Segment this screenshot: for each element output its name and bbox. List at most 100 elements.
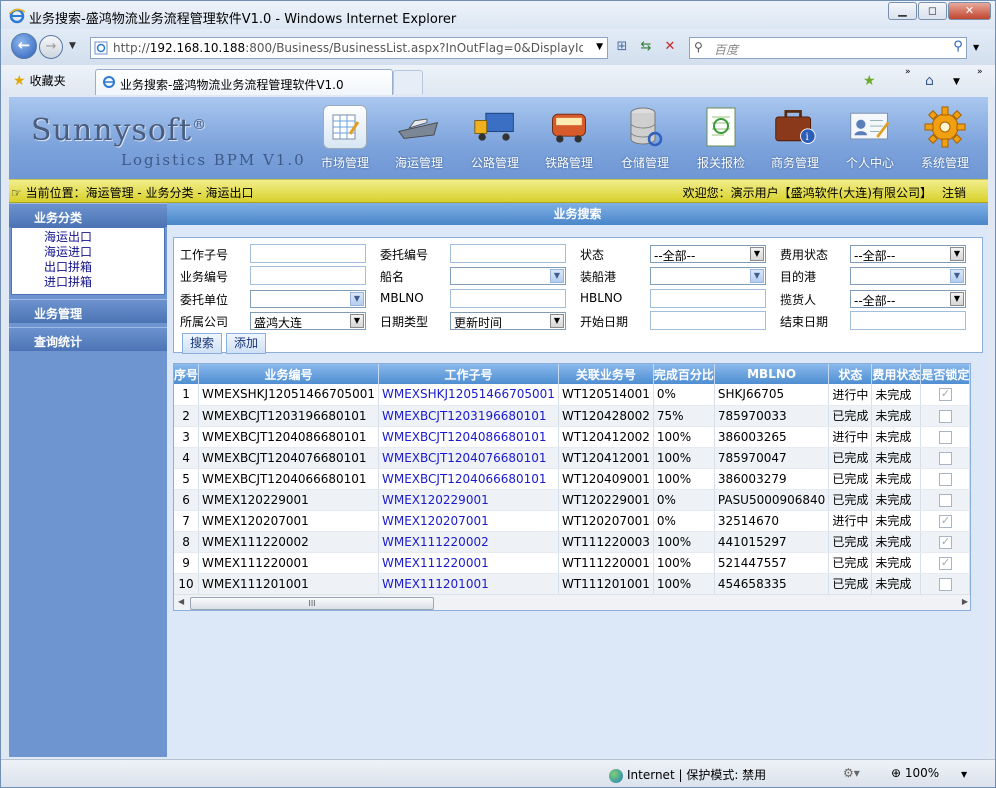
logout-link[interactable]: 注销 (942, 186, 966, 200)
favorites-button[interactable]: ★ 收藏夹 (13, 72, 66, 89)
col-header[interactable]: 费用状态 (871, 364, 922, 384)
menu-warehouse[interactable]: 仓储管理 (611, 105, 679, 171)
table-row[interactable]: 8 WMEX111220002 WMEX111220002 WT111220003 10… (174, 531, 970, 553)
restore-button[interactable]: ◻ (918, 2, 947, 20)
table-row[interactable]: 5 WMEXBCJT1204066680101 WMEXBCJT1204066680… (174, 468, 970, 490)
table-row[interactable]: 7 WMEX120207001 WMEX120207001 WT120207001 0%… (174, 510, 970, 532)
col-header[interactable]: MBLNO (714, 364, 830, 384)
sidebar-item-export-lcl[interactable]: 出口拼箱 (44, 260, 164, 275)
close-button[interactable]: ✕ (948, 2, 991, 20)
search-box[interactable]: ⚲ 百度 (689, 37, 967, 59)
table-row[interactable]: 3 WMEXBCJT1204086680101 WMEXBCJT1204086680… (174, 426, 970, 448)
compatibility-icon[interactable]: ⊞ (611, 37, 633, 59)
col-header[interactable]: 是否锁定 (920, 364, 970, 384)
more-tools-icon[interactable]: » (977, 67, 983, 77)
sidebar-section-category[interactable]: 业务分类 (9, 203, 167, 227)
history-dropdown-icon[interactable]: ▼ (69, 41, 76, 51)
col-header[interactable]: 业务编号 (198, 364, 379, 384)
dest-select[interactable]: ▼ (850, 267, 966, 285)
table-row[interactable]: 9 WMEX111220001 WMEX111220001 WT111220001 10… (174, 552, 970, 574)
menu-system[interactable]: 系统管理 (911, 105, 979, 171)
horizontal-scrollbar[interactable]: ◀ III ▶ (174, 594, 970, 610)
menu-market[interactable]: 市场管理 (311, 105, 379, 171)
cell-job-link[interactable]: WMEXSHKJ12051466705001 (378, 384, 559, 406)
locked-checkbox[interactable] (938, 409, 952, 423)
hblno-input[interactable] (650, 289, 766, 308)
table-row[interactable]: 2 WMEXBCJT1203196680101 WMEXBCJT1203196680… (174, 405, 970, 427)
col-header[interactable]: 状态 (828, 364, 873, 384)
locked-checkbox[interactable] (938, 451, 952, 465)
job-no-input[interactable] (250, 244, 366, 263)
start-date-input[interactable] (650, 311, 766, 330)
table-row[interactable]: 10 WMEX111201001 WMEX111201001 WT111201001 1… (174, 573, 970, 595)
search-input[interactable]: 百度 (714, 41, 738, 58)
search-button[interactable]: 搜索 (182, 333, 222, 354)
col-header[interactable]: 关联业务号 (558, 364, 654, 384)
search-options-icon[interactable]: ▼ (973, 43, 979, 52)
client-select[interactable]: ▼ (250, 290, 366, 308)
company-select[interactable]: 盛鸿大连 ▼ (250, 312, 366, 330)
url-text[interactable]: http://192.168.10.188:800/Business/Busin… (113, 41, 583, 55)
locked-checkbox[interactable] (938, 472, 952, 486)
cell-job-link[interactable]: WMEXBCJT1203196680101 (378, 405, 559, 427)
refresh-icon[interactable]: ⇆ (635, 37, 657, 59)
menu-sea[interactable]: 海运管理 (385, 105, 453, 171)
sidebar-item-sea-export[interactable]: 海运出口 (44, 230, 164, 245)
cell-job-link[interactable]: WMEXBCJT1204086680101 (378, 426, 559, 448)
menu-business[interactable]: i 商务管理 (761, 105, 829, 171)
search-go-icon[interactable]: ⚲ (947, 37, 969, 59)
table-row[interactable]: 1 WMEXSHKJ12051466705001 WMEXSHKJ120514667… (174, 384, 970, 406)
sidebar-section-management[interactable]: 业务管理 (9, 299, 167, 323)
home-icon[interactable]: ⌂ (925, 73, 934, 89)
back-button[interactable]: ← (11, 33, 37, 59)
scroll-right-icon[interactable]: ▶ (962, 597, 968, 606)
locked-checkbox[interactable] (938, 577, 952, 591)
cell-job-link[interactable]: WMEXBCJT1204066680101 (378, 468, 559, 490)
locked-checkbox[interactable] (938, 556, 952, 570)
fee-status-select[interactable]: --全部-- ▼ (850, 245, 966, 263)
add-favorite-icon[interactable]: ★ (863, 73, 876, 89)
address-bar[interactable]: http://192.168.10.188:800/Business/Busin… (90, 37, 608, 59)
locked-checkbox[interactable] (938, 387, 952, 402)
col-header[interactable]: 工作子号 (378, 364, 559, 384)
pol-select[interactable]: ▼ (650, 267, 766, 285)
more-icon[interactable]: » (905, 67, 911, 77)
browser-tab[interactable]: 业务搜索-盛鸿物流业务流程管理软件V1.0 (95, 69, 393, 95)
locked-checkbox[interactable] (938, 493, 952, 507)
home-dropdown-icon[interactable]: ▼ (953, 77, 960, 87)
scroll-left-icon[interactable]: ◀ (178, 597, 184, 606)
locked-checkbox[interactable] (938, 514, 952, 528)
status-select[interactable]: --全部-- ▼ (650, 245, 766, 263)
sidebar-item-import-lcl[interactable]: 进口拼箱 (44, 275, 164, 290)
mblno-input[interactable] (450, 289, 566, 308)
sidebar-section-statistics[interactable]: 查询统计 (9, 327, 167, 351)
scrollbar-thumb[interactable]: III (190, 597, 434, 610)
consign-no-input[interactable] (450, 244, 566, 263)
cell-job-link[interactable]: WMEX111201001 (378, 573, 559, 595)
zoom-control[interactable]: ⊕ 100% ▼ (891, 766, 967, 780)
solicitor-select[interactable]: --全部-- ▼ (850, 290, 966, 308)
table-row[interactable]: 6 WMEX120229001 WMEX120229001 WT120229001 0%… (174, 489, 970, 511)
cell-job-link[interactable]: WMEX120207001 (378, 510, 559, 532)
menu-personal[interactable]: 个人中心 (836, 105, 904, 171)
biz-no-input[interactable] (250, 266, 366, 285)
cell-job-link[interactable]: WMEX120229001 (378, 489, 559, 511)
minimize-button[interactable]: ▁ (888, 2, 917, 20)
security-zone[interactable]: Internet | 保护模式: 禁用 (609, 766, 766, 783)
end-date-input[interactable] (850, 311, 966, 330)
fix-settings-icon[interactable]: ⚙▾ (843, 766, 860, 780)
date-type-select[interactable]: 更新时间 ▼ (450, 312, 566, 330)
add-button[interactable]: 添加 (226, 333, 266, 354)
cell-job-link[interactable]: WMEX111220002 (378, 531, 559, 553)
sidebar-item-sea-import[interactable]: 海运进口 (44, 245, 164, 260)
col-header[interactable]: 序号 (174, 364, 200, 384)
vessel-select[interactable]: ▼ (450, 267, 566, 285)
col-header[interactable]: 完成百分比 (653, 364, 715, 384)
cell-job-link[interactable]: WMEX111220001 (378, 552, 559, 574)
locked-checkbox[interactable] (938, 535, 952, 549)
forward-button[interactable]: → (39, 35, 63, 59)
locked-checkbox[interactable] (938, 430, 952, 444)
menu-customs[interactable]: 报关报检 (687, 105, 755, 171)
menu-rail[interactable]: 铁路管理 (535, 105, 603, 171)
table-row[interactable]: 4 WMEXBCJT1204076680101 WMEXBCJT1204076680… (174, 447, 970, 469)
